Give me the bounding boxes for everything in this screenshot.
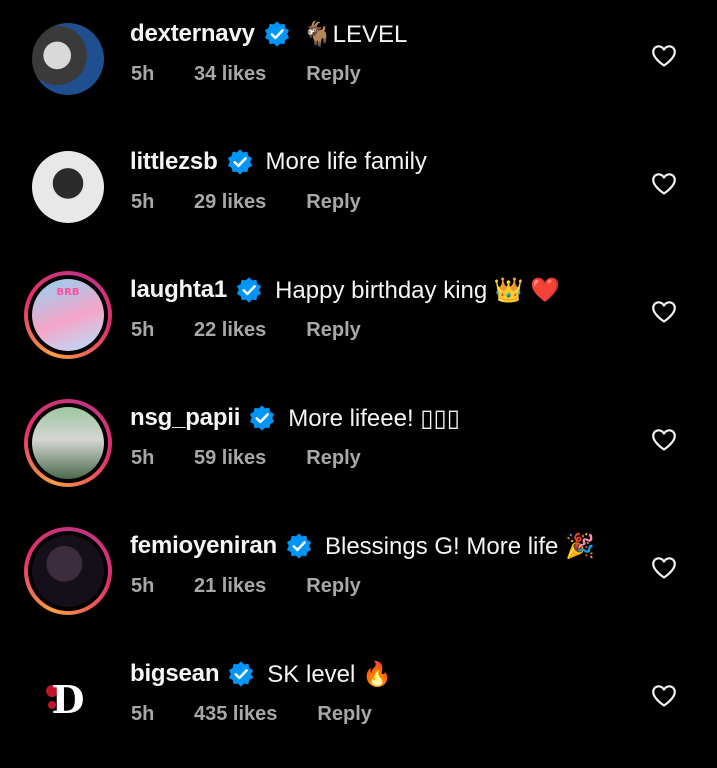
comment-text: Blessings G! More life 🎉 (324, 532, 595, 560)
avatar-image (32, 23, 104, 95)
comment-text: SK level 🔥 (267, 660, 392, 688)
username-link[interactable]: laughta1 (130, 276, 227, 304)
avatar-image: D (32, 663, 104, 735)
avatar-story-ring[interactable] (24, 399, 112, 487)
comment-item: nsg_papii More lifeee! ▯▯▯ 5h 59 likes R… (0, 384, 717, 512)
comment-header: nsg_papii More lifeee! ▯▯▯ (130, 400, 460, 436)
reply-button[interactable]: Reply (317, 703, 371, 726)
verified-badge-icon (236, 277, 262, 303)
comment-meta: 5h 59 likes Reply (131, 444, 361, 472)
username-link[interactable]: dexternavy (130, 20, 255, 48)
avatar-ring-gap (28, 403, 108, 483)
comment-time: 5h (131, 574, 155, 597)
reply-button[interactable]: Reply (306, 447, 360, 470)
likes-count[interactable]: 29 likes (194, 191, 266, 214)
comment-item: BRB laughta1 Happy birthday king 👑 ❤️ 5h… (0, 256, 717, 384)
avatar-image (32, 535, 104, 607)
avatar-badge-text: BRB (56, 287, 80, 298)
comment-meta: 5h 34 likes Reply (131, 60, 361, 88)
username-link[interactable]: bigsean (130, 660, 219, 688)
comment-item: dexternavy 🐐LEVEL 5h 34 likes Reply (0, 0, 717, 128)
avatar-image: BRB (32, 279, 104, 351)
heart-icon[interactable] (651, 428, 677, 452)
avatar-image (32, 407, 104, 479)
comment-time: 5h (131, 702, 155, 725)
verified-badge-icon (264, 21, 289, 47)
reply-button[interactable]: Reply (306, 319, 360, 342)
likes-count[interactable]: 22 likes (194, 319, 266, 342)
comment-time: 5h (131, 446, 155, 469)
avatar-ring-gap (28, 531, 108, 611)
comment-text: More lifeee! ▯▯▯ (288, 404, 460, 432)
comment-item: littlezsb More life family 5h 29 likes R… (0, 128, 717, 256)
username-link[interactable]: littlezsb (130, 148, 218, 176)
comment-header: bigsean SK level 🔥 (130, 656, 392, 692)
likes-count[interactable]: 21 likes (194, 575, 266, 598)
comment-text: 🐐LEVEL (302, 20, 408, 48)
comment-meta: 5h 22 likes Reply (131, 316, 361, 344)
comment-item: femioyeniran Blessings G! More life 🎉 5h… (0, 512, 717, 640)
reply-button[interactable]: Reply (306, 575, 360, 598)
verified-badge-icon (227, 149, 252, 175)
verified-badge-icon (286, 533, 312, 559)
likes-count[interactable]: 59 likes (194, 447, 266, 470)
heart-icon[interactable] (651, 300, 677, 324)
comment-meta: 5h 21 likes Reply (131, 572, 361, 600)
comment-meta: 5h 435 likes Reply (131, 700, 372, 728)
username-link[interactable]: nsg_papii (130, 404, 240, 432)
heart-icon[interactable] (651, 44, 677, 68)
heart-icon[interactable] (651, 556, 677, 580)
avatar-story-ring[interactable]: BRB (24, 271, 112, 359)
username-link[interactable]: femioyeniran (130, 532, 277, 560)
comment-list: dexternavy 🐐LEVEL 5h 34 likes Reply litt… (0, 0, 717, 762)
comment-time: 5h (131, 62, 155, 85)
avatar-monogram: D (51, 676, 85, 722)
avatar[interactable] (24, 143, 112, 231)
comment-meta: 5h 29 likes Reply (131, 188, 361, 216)
heart-icon[interactable] (651, 684, 677, 708)
comment-text: Happy birthday king 👑 ❤️ (275, 276, 561, 304)
comment-time: 5h (131, 190, 155, 213)
likes-count[interactable]: 34 likes (194, 63, 266, 86)
avatar[interactable] (24, 15, 112, 103)
heart-icon[interactable] (651, 172, 677, 196)
verified-badge-icon (250, 405, 275, 431)
likes-count[interactable]: 435 likes (194, 703, 277, 726)
comment-time: 5h (131, 318, 155, 341)
avatar-ring-gap: BRB (28, 275, 108, 355)
verified-badge-icon (229, 661, 254, 687)
avatar-image (32, 151, 104, 223)
comment-item: D bigsean SK level 🔥 5h 435 likes Reply (0, 640, 717, 768)
comment-text: More life family (265, 148, 427, 175)
comment-header: littlezsb More life family (130, 144, 427, 180)
reply-button[interactable]: Reply (306, 191, 360, 214)
avatar[interactable]: D (24, 655, 112, 743)
comment-header: laughta1 Happy birthday king 👑 ❤️ (130, 272, 560, 308)
reply-button[interactable]: Reply (306, 63, 360, 86)
comment-header: femioyeniran Blessings G! More life 🎉 (130, 528, 595, 564)
avatar-story-ring[interactable] (24, 527, 112, 615)
comment-header: dexternavy 🐐LEVEL (130, 16, 407, 52)
